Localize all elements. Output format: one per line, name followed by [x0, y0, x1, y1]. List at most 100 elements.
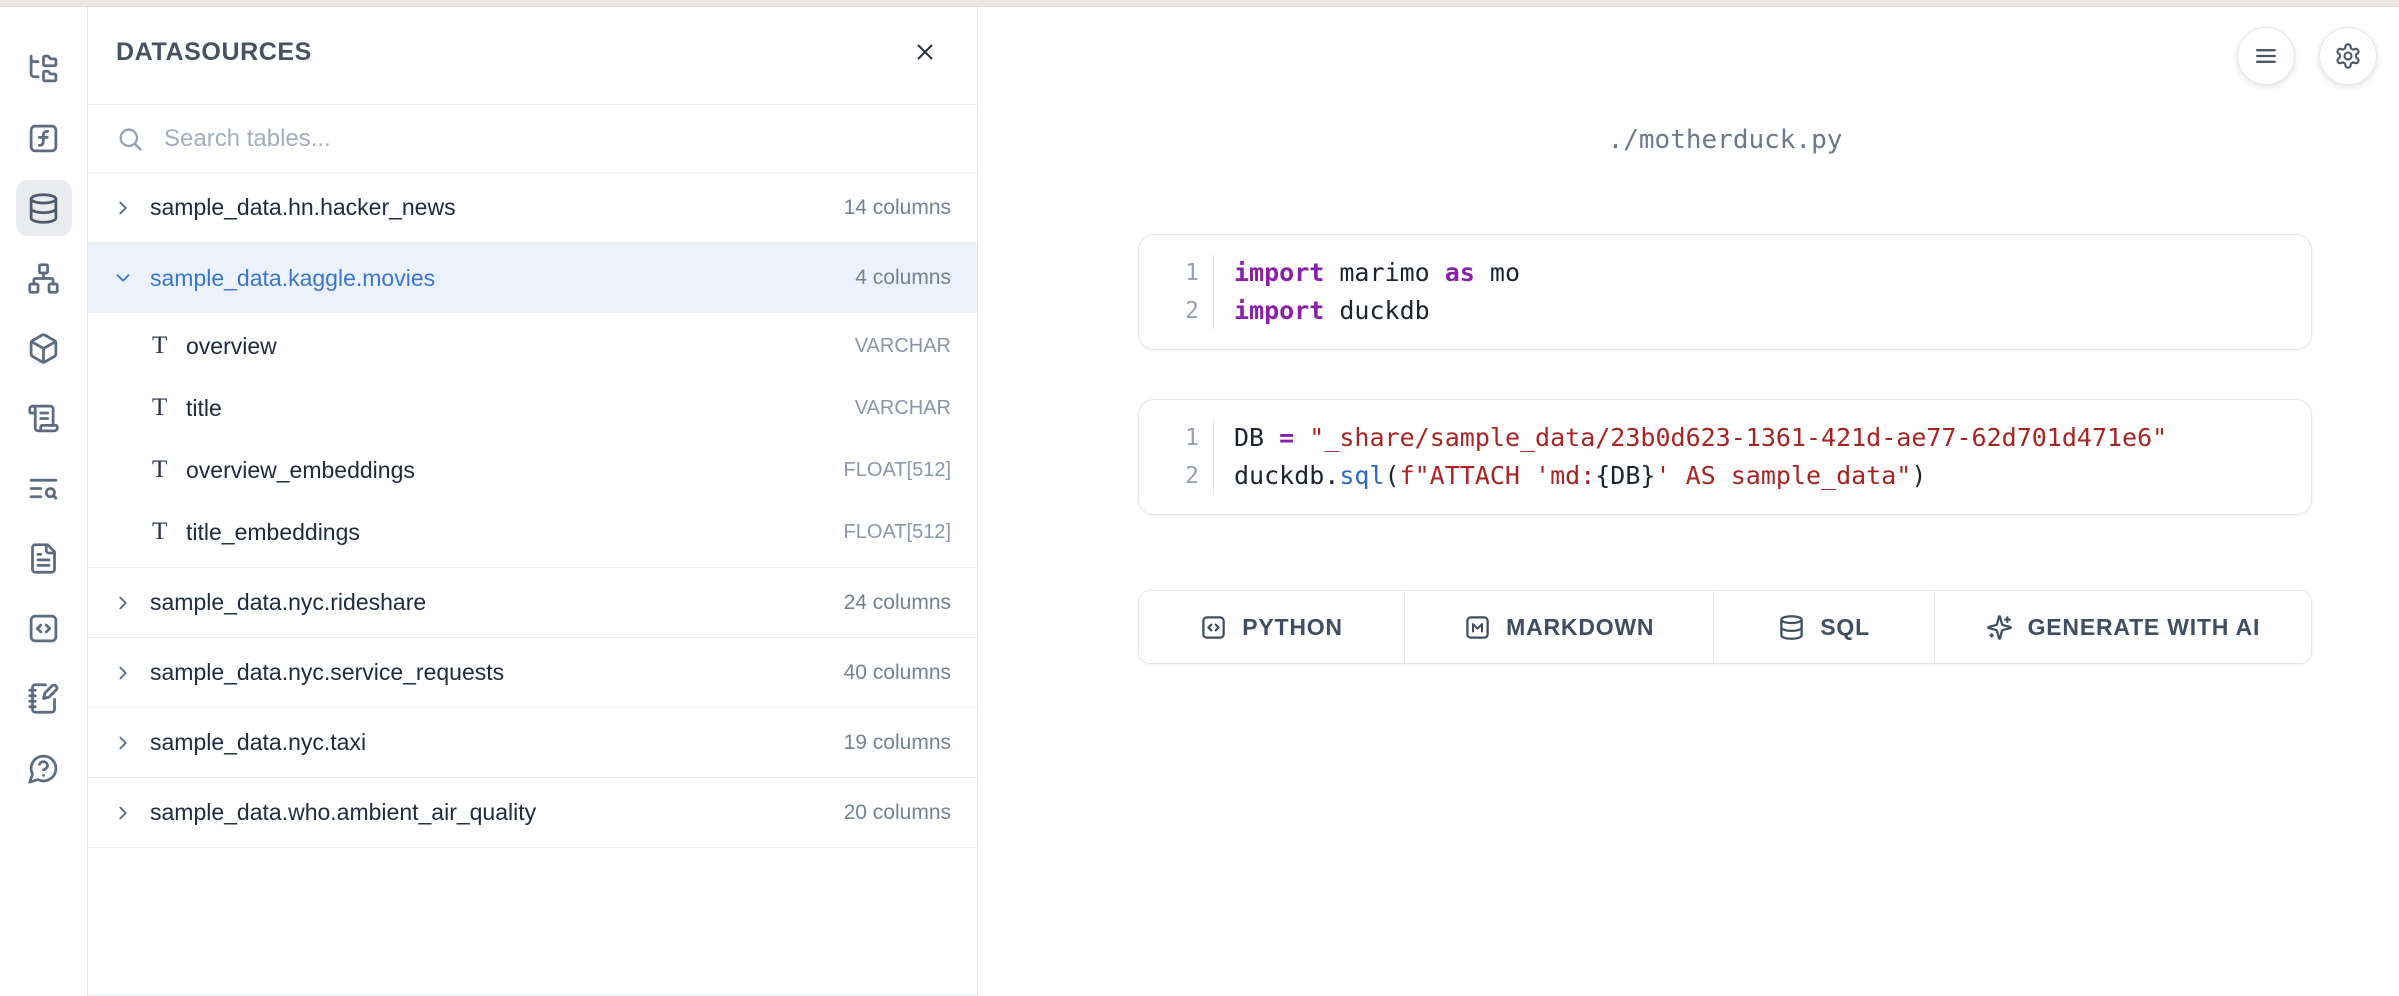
column-datatype: FLOAT[512] [844, 521, 951, 544]
scroll-text-icon [27, 402, 60, 435]
column-type-icon [152, 518, 186, 546]
search-input[interactable] [164, 125, 949, 153]
add-markdown-cell-button[interactable]: MARKDOWN [1405, 591, 1714, 663]
close-icon [912, 39, 938, 65]
chevron-right-icon [112, 802, 134, 824]
column-datatype: VARCHAR [855, 397, 951, 420]
database-icon [27, 192, 60, 225]
close-panel-button[interactable] [903, 30, 947, 74]
notebook-pen-icon [27, 682, 60, 715]
message-circle-question-icon [27, 752, 60, 785]
table-name: sample_data.nyc.service_requests [150, 659, 844, 686]
code-line: 1 import marimo as mo [1157, 254, 2287, 292]
database-icon [1778, 614, 1805, 641]
sidebar-item-documentation[interactable] [16, 530, 72, 586]
sidebar-item-variables[interactable] [16, 110, 72, 166]
column-row[interactable]: title_embeddingsFLOAT[512] [88, 501, 977, 563]
code-text: import marimo as mo [1213, 254, 2287, 292]
table-row[interactable]: sample_data.who.ambient_air_quality20 co… [88, 778, 977, 848]
table-row[interactable]: sample_data.nyc.rideshare24 columns [88, 568, 977, 638]
sidebar-item-help[interactable] [16, 740, 72, 796]
chevron-right-icon [112, 732, 134, 754]
sidebar-item-datasources[interactable] [16, 180, 72, 236]
column-row[interactable]: overviewVARCHAR [88, 315, 977, 377]
sidebar-item-tracebacks[interactable] [16, 460, 72, 516]
table-row[interactable]: sample_data.nyc.taxi19 columns [88, 708, 977, 778]
table-column-count: 24 columns [844, 591, 951, 615]
markdown-square-icon [1464, 614, 1491, 641]
datasources-panel: DATASOURCES sample_data.hn.hacker_news14… [88, 0, 978, 996]
add-python-cell-button[interactable]: PYTHON [1139, 591, 1405, 663]
gear-icon [2334, 42, 2362, 70]
settings-button[interactable] [2319, 27, 2377, 85]
cells-container: 1 import marimo as mo 2 import duckdb 1 DB = … [1138, 234, 2312, 515]
line-number: 1 [1157, 254, 1199, 292]
table-row[interactable]: sample_data.kaggle.movies4 columns [88, 243, 977, 313]
chevron-down-icon [112, 267, 134, 289]
sidebar-item-snippets[interactable] [16, 600, 72, 656]
table-list: sample_data.hn.hacker_news14 columnssamp… [88, 173, 977, 995]
sidebar-item-scratchpad[interactable] [16, 670, 72, 726]
table-name: sample_data.kaggle.movies [150, 265, 855, 292]
column-type-icon [152, 394, 186, 422]
app-window: DATASOURCES sample_data.hn.hacker_news14… [0, 0, 2399, 996]
hamburger-menu-icon [2252, 42, 2280, 70]
notebook-content: ./motherduck.py 1 import marimo as mo 2 imp… [1138, 126, 2312, 664]
code-cell[interactable]: 1 DB = "_share/sample_data/23b0d623-1361-… [1138, 399, 2312, 515]
box-icon [27, 332, 60, 365]
panel-header: DATASOURCES [88, 0, 977, 104]
code-text: duckdb.sql(f"ATTACH 'md:{DB}' AS sample_… [1213, 457, 2287, 495]
table-name: sample_data.hn.hacker_news [150, 194, 844, 221]
activity-bar [0, 0, 88, 996]
chevron-right-icon [112, 592, 134, 614]
code-text: import duckdb [1213, 292, 2287, 330]
table-column-count: 20 columns [844, 801, 951, 825]
table-column-count: 19 columns [844, 731, 951, 755]
top-actions [2237, 27, 2377, 85]
notebook-filename[interactable]: ./motherduck.py [1138, 126, 2312, 154]
column-row[interactable]: overview_embeddingsFLOAT[512] [88, 439, 977, 501]
table-name: sample_data.nyc.rideshare [150, 589, 844, 616]
column-name: overview_embeddings [186, 457, 844, 484]
code-line: 1 DB = "_share/sample_data/23b0d623-1361-… [1157, 419, 2287, 457]
column-name: overview [186, 333, 855, 360]
column-name: title [186, 395, 855, 422]
network-icon [27, 262, 60, 295]
chevron-right-icon [112, 197, 134, 219]
table-row[interactable]: sample_data.nyc.service_requests40 colum… [88, 638, 977, 708]
code-square-icon [1200, 614, 1227, 641]
text-search-icon [27, 472, 60, 505]
chevron-right-icon [112, 662, 134, 684]
column-row[interactable]: titleVARCHAR [88, 377, 977, 439]
sidebar-item-file-explorer[interactable] [16, 40, 72, 96]
notebook-main: ./motherduck.py 1 import marimo as mo 2 imp… [978, 0, 2399, 996]
generate-with-ai-button[interactable]: GENERATE WITH AI [1935, 591, 2311, 663]
table-column-count: 4 columns [855, 266, 951, 290]
table-columns-group: overviewVARCHARtitleVARCHARoverview_embe… [88, 313, 977, 568]
table-search-row [88, 104, 977, 173]
line-number: 2 [1157, 457, 1199, 495]
code-cell[interactable]: 1 import marimo as mo 2 import duckdb [1138, 234, 2312, 350]
window-top-strip [0, 0, 2399, 7]
sidebar-item-packages[interactable] [16, 320, 72, 376]
file-text-icon [27, 542, 60, 575]
sidebar-item-logs[interactable] [16, 390, 72, 446]
line-number: 2 [1157, 292, 1199, 330]
code-line: 2 import duckdb [1157, 292, 2287, 330]
table-row[interactable]: sample_data.hn.hacker_news14 columns [88, 173, 977, 243]
sidebar-item-dependencies[interactable] [16, 250, 72, 306]
folder-tree-icon [27, 52, 60, 85]
column-type-icon [152, 332, 186, 360]
column-datatype: FLOAT[512] [844, 459, 951, 482]
column-type-icon [152, 456, 186, 484]
code-square-icon [27, 612, 60, 645]
search-icon [116, 125, 144, 153]
add-sql-cell-button[interactable]: SQL [1714, 591, 1934, 663]
table-name: sample_data.who.ambient_air_quality [150, 799, 844, 826]
code-text: DB = "_share/sample_data/23b0d623-1361-4… [1213, 419, 2287, 457]
table-column-count: 14 columns [844, 196, 951, 220]
line-number: 1 [1157, 419, 1199, 457]
add-markdown-cell-label: MARKDOWN [1506, 614, 1654, 641]
column-name: title_embeddings [186, 519, 844, 546]
notebook-menu-button[interactable] [2237, 27, 2295, 85]
